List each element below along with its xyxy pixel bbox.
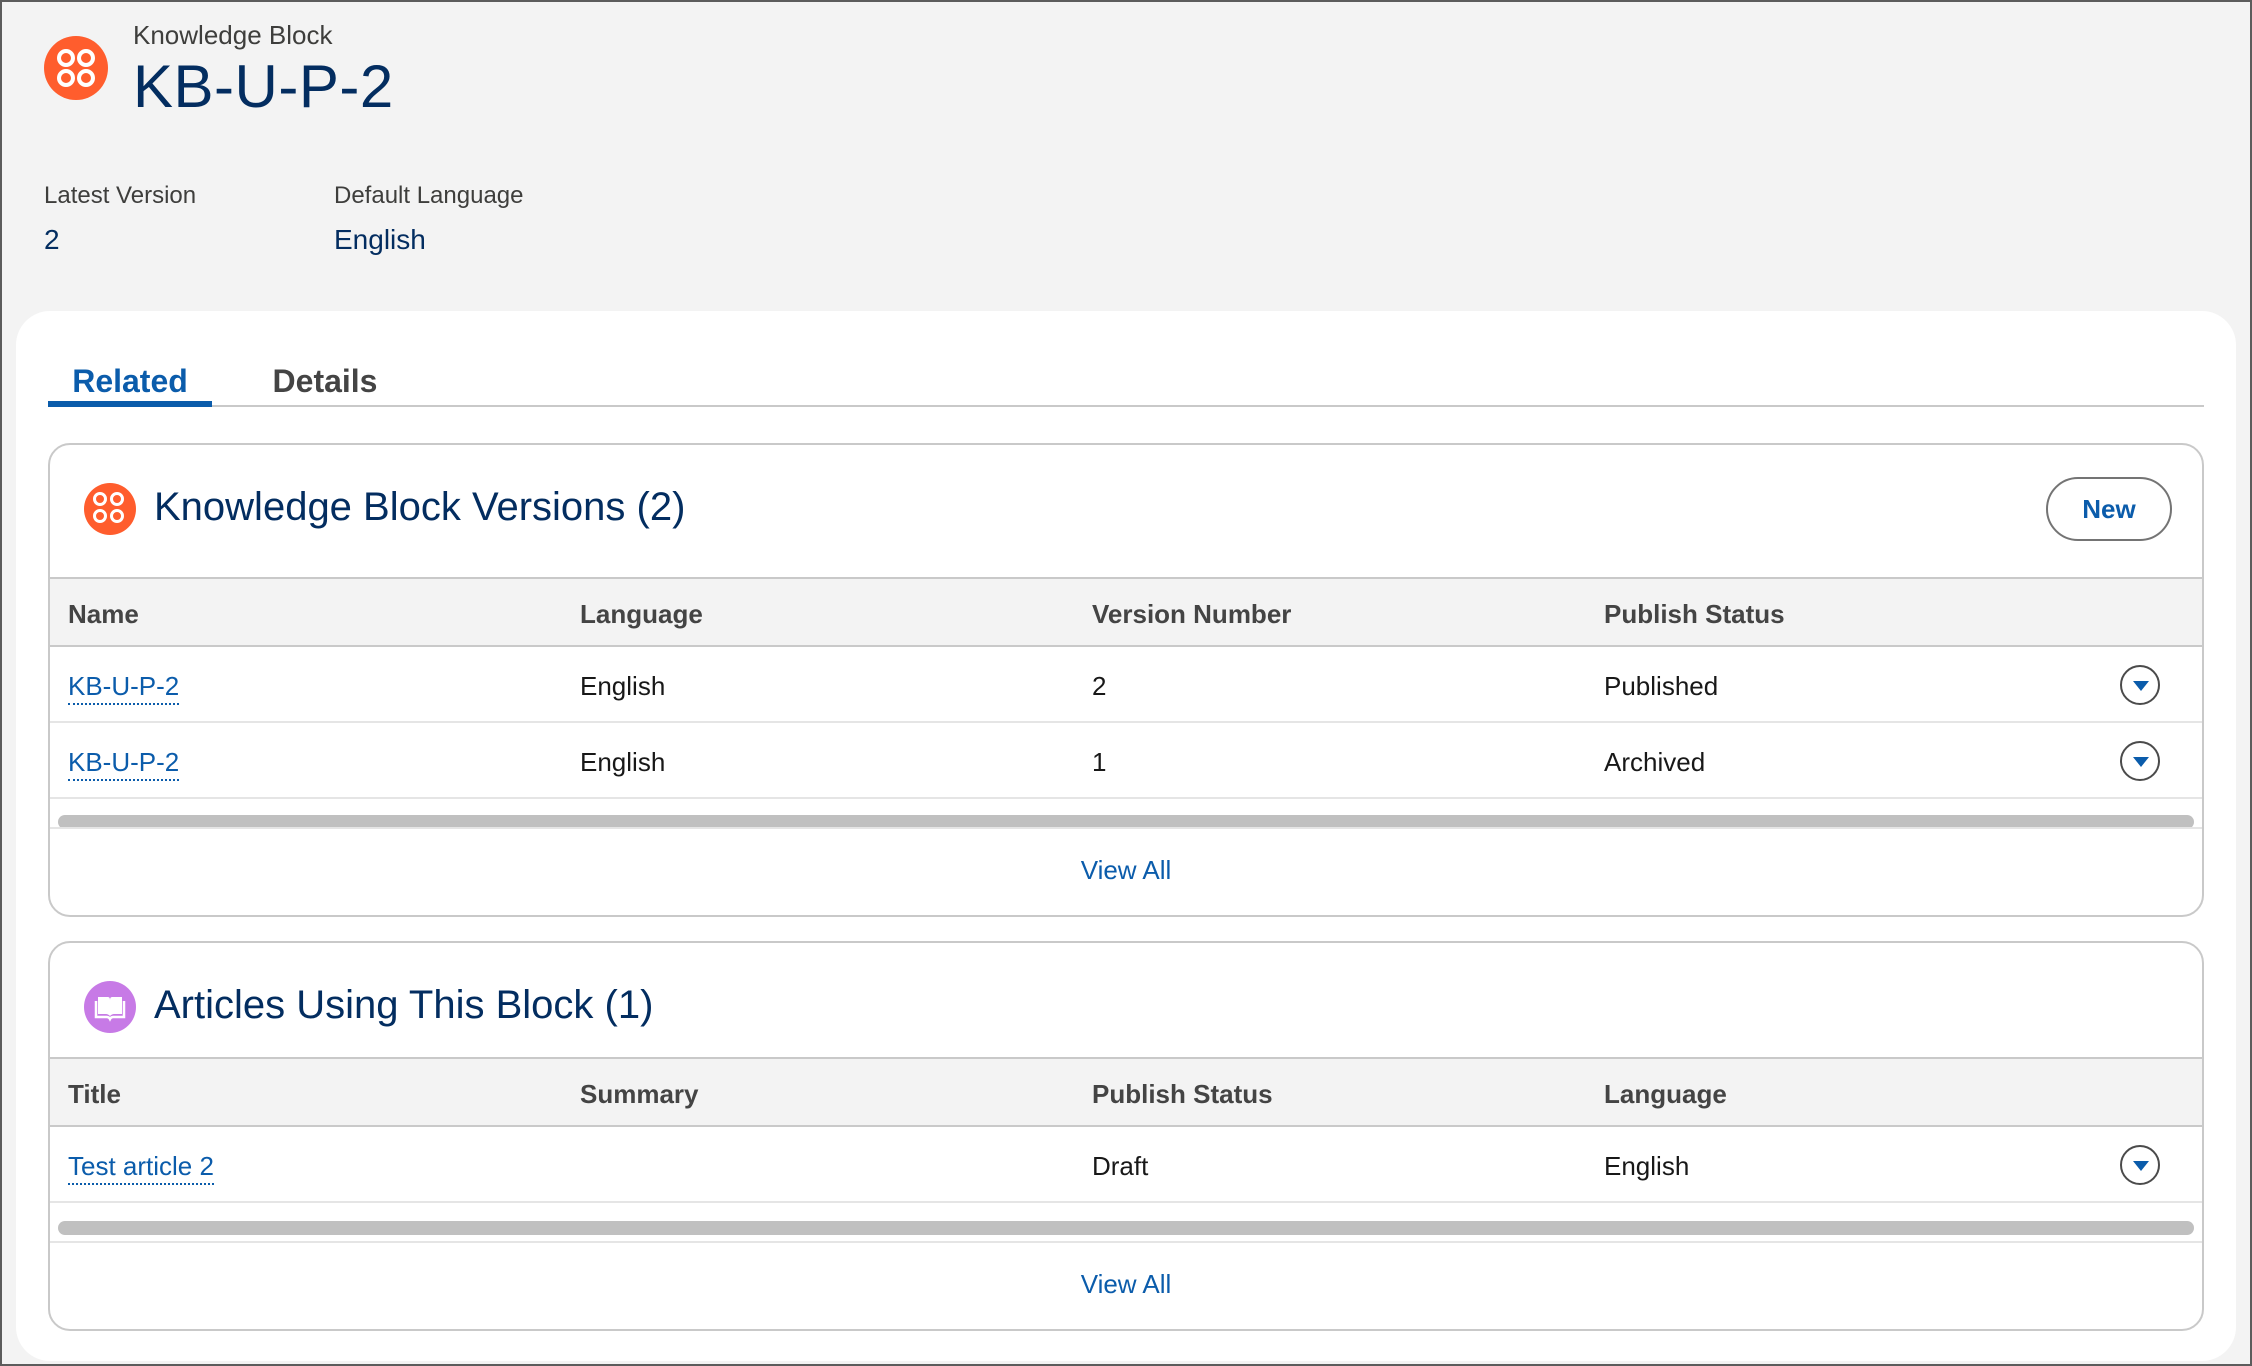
knowledge-block-icon [44, 36, 108, 100]
table-row: KB-U-P-2 English 2 Published [50, 647, 2202, 723]
tab-related[interactable]: Related [48, 351, 212, 407]
cell-language: English [1604, 1151, 1690, 1181]
column-header-summary[interactable]: Summary [580, 1079, 699, 1110]
cell-publish-status: Draft [1092, 1151, 1149, 1181]
table-header: Name Language Version Number Publish Sta… [50, 579, 2202, 647]
related-list-articles: Articles Using This Block (1) Title Summ… [48, 941, 2204, 1331]
cell-language: English [580, 671, 666, 701]
row-actions-dropdown-icon[interactable] [2120, 665, 2160, 705]
knowledge-block-icon [84, 483, 136, 535]
versions-table: Name Language Version Number Publish Sta… [50, 577, 2202, 799]
object-type-label: Knowledge Block [133, 20, 333, 50]
cell-publish-status: Published [1604, 671, 1719, 701]
related-list-title[interactable]: Articles Using This Block (1) [154, 983, 653, 1028]
column-header-language[interactable]: Language [1604, 1079, 1727, 1110]
table-row: KB-U-P-2 English 1 Archived [50, 723, 2202, 799]
record-link[interactable]: KB-U-P-2 [68, 671, 180, 705]
column-header-publish-status[interactable]: Publish Status [1604, 599, 1785, 630]
field-label: Latest Version [44, 182, 197, 209]
highlight-field-default-language: Default Language English [334, 182, 524, 256]
view-all-footer: View All [50, 827, 2202, 915]
field-value: English [334, 224, 426, 255]
column-header-publish-status[interactable]: Publish Status [1092, 1079, 1273, 1110]
row-actions-dropdown-icon[interactable] [2120, 1145, 2160, 1185]
related-list-versions: Knowledge Block Versions (2) New Name La… [48, 443, 2204, 917]
column-header-name[interactable]: Name [68, 599, 139, 630]
column-header-version-number[interactable]: Version Number [1092, 599, 1291, 630]
view-all-footer: View All [50, 1241, 2202, 1329]
view-all-link[interactable]: View All [1081, 1269, 1172, 1300]
field-value: 2 [44, 224, 60, 255]
record-header: Knowledge Block KB-U-P-2 Latest Version … [2, 2, 2250, 302]
horizontal-scrollbar[interactable] [58, 1221, 2194, 1235]
column-header-language[interactable]: Language [580, 599, 703, 630]
table-row: Test article 2 Draft English [50, 1127, 2202, 1203]
page-title: KB-U-P-2 [133, 53, 394, 120]
record-link[interactable]: Test article 2 [68, 1151, 214, 1185]
record-body-card: Related Details Knowledge Block Versions… [16, 311, 2236, 1361]
knowledge-book-icon [84, 981, 136, 1033]
column-header-title[interactable]: Title [68, 1079, 121, 1110]
record-link[interactable]: KB-U-P-2 [68, 747, 180, 781]
table-header: Title Summary Publish Status Language [50, 1059, 2202, 1127]
row-actions-dropdown-icon[interactable] [2120, 741, 2160, 781]
cell-version-number: 2 [1092, 671, 1107, 701]
highlight-field-latest-version: Latest Version 2 [44, 182, 196, 256]
cell-language: English [580, 747, 666, 777]
tab-details[interactable]: Details [260, 351, 390, 407]
cell-version-number: 1 [1092, 747, 1107, 777]
new-button[interactable]: New [2046, 477, 2172, 541]
tab-bar: Related Details [48, 351, 2204, 407]
field-label: Default Language [334, 182, 524, 209]
articles-table: Title Summary Publish Status Language Te… [50, 1057, 2202, 1203]
view-all-link[interactable]: View All [1081, 855, 1172, 886]
related-list-title[interactable]: Knowledge Block Versions (2) [154, 485, 685, 530]
cell-publish-status: Archived [1604, 747, 1706, 777]
